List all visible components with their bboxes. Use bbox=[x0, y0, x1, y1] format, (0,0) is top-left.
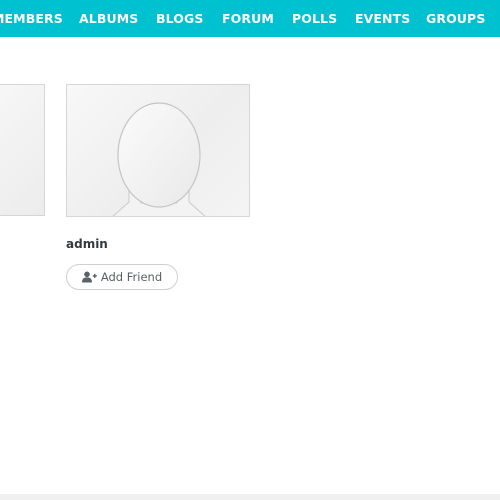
member-username[interactable]: admin bbox=[66, 237, 108, 251]
nav-item-members[interactable]: MEMBERS bbox=[0, 0, 63, 37]
nav-item-groups[interactable]: GROUPS bbox=[426, 0, 485, 37]
add-user-icon bbox=[81, 271, 97, 283]
add-friend-button[interactable]: Add Friend bbox=[66, 264, 178, 290]
add-friend-label: Add Friend bbox=[100, 270, 163, 284]
footer-divider bbox=[0, 494, 500, 500]
nav-item-polls[interactable]: POLLS bbox=[292, 0, 337, 37]
main-navbar: MEMBERS ALBUMS BLOGS FORUM POLLS EVENTS … bbox=[0, 0, 500, 37]
nav-item-albums[interactable]: ALBUMS bbox=[79, 0, 138, 37]
nav-item-blogs[interactable]: BLOGS bbox=[156, 0, 203, 37]
member-avatar-partial[interactable] bbox=[0, 84, 45, 216]
nav-item-events[interactable]: EVENTS bbox=[355, 0, 410, 37]
nav-item-forum[interactable]: FORUM bbox=[222, 0, 274, 37]
member-avatar[interactable] bbox=[66, 84, 250, 217]
default-avatar-icon bbox=[112, 102, 206, 216]
